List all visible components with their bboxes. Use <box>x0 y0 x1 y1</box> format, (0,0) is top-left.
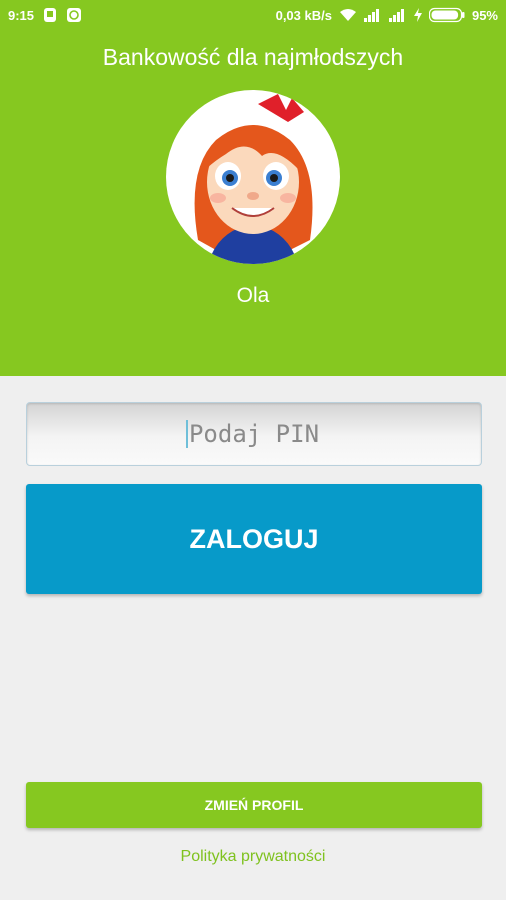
status-time: 9:15 <box>8 7 35 23</box>
profile-header: Bankowość dla najmłodszych Ola <box>0 30 506 376</box>
status-bar: 9:15 0,03 kB/s 95% <box>0 0 506 30</box>
app-title: Bankowość dla najmłodszych <box>102 44 404 70</box>
charging-icon <box>413 8 422 22</box>
profile-name: Ola <box>236 284 270 307</box>
text-cursor <box>186 420 188 448</box>
battery-percent: 95% <box>471 7 498 23</box>
signal-icon <box>363 8 382 22</box>
pin-input[interactable] <box>26 402 482 466</box>
change-profile-button[interactable]: ZMIEŃ PROFIL <box>26 782 482 828</box>
signal-icon <box>388 8 407 22</box>
network-speed: 0,03 kB/s <box>275 7 332 23</box>
privacy-policy-link[interactable]: Polityka prywatności <box>0 848 506 866</box>
android-notification-icon <box>66 7 82 23</box>
girl-avatar-icon <box>166 90 340 264</box>
sim-storage-icon <box>42 7 58 23</box>
wifi-icon <box>339 8 357 22</box>
login-button[interactable]: ZALOGUJ <box>26 484 482 594</box>
battery-icon <box>428 7 465 23</box>
